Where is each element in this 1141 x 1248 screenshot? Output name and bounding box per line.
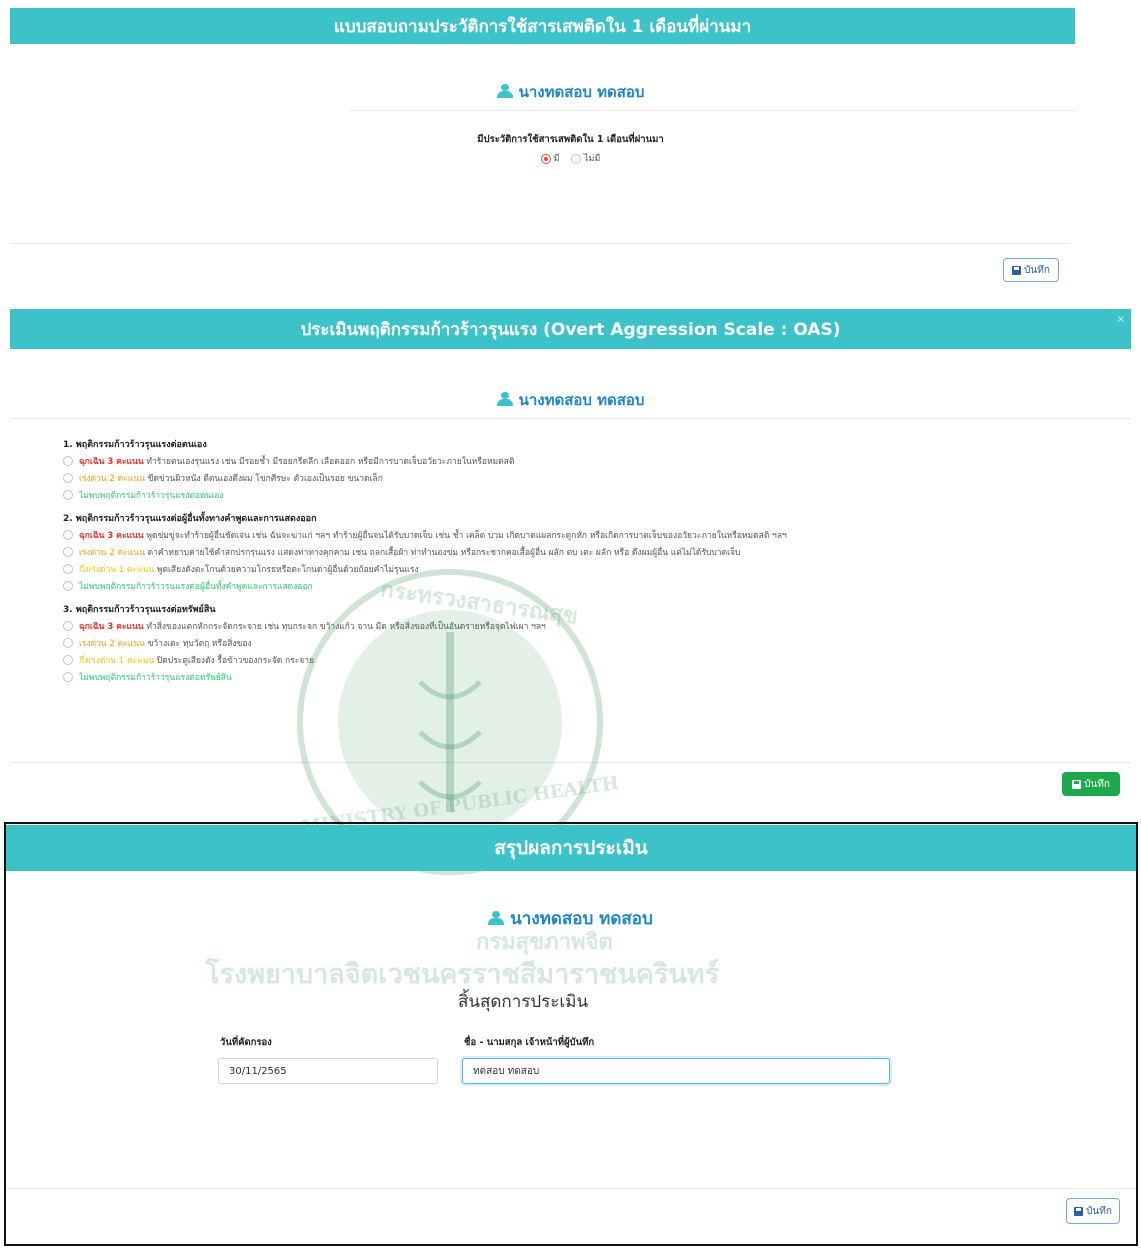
section2-header: ประเมินพฤติกรรมก้าวร้าวรุนแรง (Overt Agg… <box>10 309 1131 349</box>
section3-user-name: นางทดสอบ ทดสอบ <box>510 909 653 929</box>
level-label: ฉุกเฉิน 3 คะแนน <box>79 622 144 632</box>
screen-date-label: วันที่คัดกรอง <box>220 1037 272 1048</box>
option-text: ไม่พบพฤติกรรมก้าวร้าวรุนแรงต่อผู้อื่นทั้… <box>79 582 313 592</box>
recorder-name-label: ชื่อ - นามสกุล เจ้าหน้าที่ผู้บันทึก <box>464 1037 595 1048</box>
level-label: กึ่งเร่งด่วน 1 คะแนน <box>79 565 155 575</box>
section1-question: มีประวัติการใช้สารเสพติดใน 1 เดือนที่ผ่า… <box>477 134 664 145</box>
option-text: ไม่พบพฤติกรรมก้าวร้าวรุนแรงต่อตนเอง <box>79 491 224 501</box>
oas-option[interactable]: ฉุกเฉิน 3 คะแนน ทำร้ายตนเองรุนแรง เช่น ม… <box>63 454 514 468</box>
recorder-name-input[interactable]: ทดสอบ ทดสอบ <box>462 1058 890 1084</box>
radio-yes[interactable] <box>540 153 551 164</box>
oas-group-title: 2. พฤติกรรมก้าวร้าวรุนแรงต่อผู้อื่นทั้งท… <box>63 514 317 524</box>
section1-user: นางทดสอบ ทดสอบ <box>0 80 1141 104</box>
summary-frame <box>4 822 1138 1246</box>
divider <box>6 1188 1136 1189</box>
oas-option[interactable]: ไม่พบพฤติกรรมก้าวร้าวรุนแรงต่อตนเอง <box>63 488 224 502</box>
save-icon <box>1072 779 1082 789</box>
oas-option[interactable]: เร่งด่วน 2 คะแนน ขว้างเตะ ทุบวัตถุ หรือส… <box>63 636 252 650</box>
oas-radio[interactable] <box>63 490 73 500</box>
section1-header: แบบสอบถามประวัติการใช้สารเสพติดใน 1 เดือ… <box>10 8 1075 44</box>
drug-history-radio-group: มี ไม่มี <box>0 151 1141 165</box>
oas-radio[interactable] <box>63 638 73 648</box>
section2-save-button[interactable]: บันทึก <box>1062 772 1120 796</box>
section1-user-name: นางทดสอบ ทดสอบ <box>518 83 645 101</box>
oas-option[interactable]: เร่งด่วน 2 คะแนน ขีดข่วนผิวหนัง ตีตนเองด… <box>63 471 383 485</box>
user-icon <box>488 911 505 925</box>
oas-group-title: 1. พฤติกรรมก้าวร้าวรุนแรงต่อตนเอง <box>63 440 207 450</box>
oas-radio[interactable] <box>63 655 73 665</box>
option-text: ปิดประตูเสียงดัง รื้อข้าวของกระจัด กระจา… <box>156 656 315 666</box>
section3-title: สรุปผลการประเมิน <box>494 837 648 859</box>
radio-option-no[interactable]: ไม่มี <box>571 153 601 164</box>
section3-save-label: บันทึก <box>1086 1205 1112 1217</box>
section1-title: แบบสอบถามประวัติการใช้สารเสพติดใน 1 เดือ… <box>333 16 752 37</box>
save-icon <box>1012 265 1022 275</box>
oas-option[interactable]: ฉุกเฉิน 3 คะแนน พูดข่มขู่จะทำร้ายผู้อื่น… <box>63 528 787 542</box>
radio-no-label: ไม่มี <box>583 154 601 164</box>
oas-option[interactable]: กึ่งเร่งด่วน 1 คะแนน พูดเสียงดังตะโกนด้ว… <box>63 562 419 576</box>
divider <box>10 418 1131 419</box>
divider <box>350 110 1075 111</box>
oas-radio[interactable] <box>63 530 73 540</box>
oas-radio[interactable] <box>63 564 73 574</box>
oas-option[interactable]: กึ่งเร่งด่วน 1 คะแนน ปิดประตูเสียงดัง รื… <box>63 653 314 667</box>
end-assessment-text: สิ้นสุดการประเมิน <box>458 992 589 1012</box>
oas-radio[interactable] <box>63 621 73 631</box>
section2-title: ประเมินพฤติกรรมก้าวร้าวรุนแรง (Overt Agg… <box>300 319 841 340</box>
oas-radio[interactable] <box>63 672 73 682</box>
user-icon <box>496 392 513 406</box>
section3-header: สรุปผลการประเมิน <box>6 825 1136 871</box>
divider <box>10 243 1070 244</box>
divider <box>10 762 1131 763</box>
option-text: ทำสิ่งของแตกหักกระจัดกระจาย เช่น ทุบกระจ… <box>146 622 546 632</box>
save-icon <box>1074 1206 1084 1216</box>
radio-no[interactable] <box>571 153 581 164</box>
option-text: ทำร้ายตนเองรุนแรง เช่น มีรอยช้ำ มีรอยกรี… <box>146 457 515 467</box>
level-label: ฉุกเฉิน 3 คะแนน <box>79 531 144 541</box>
oas-radio[interactable] <box>63 547 73 557</box>
section3-save-button[interactable]: บันทึก <box>1066 1198 1120 1224</box>
level-label: เร่งด่วน 2 คะแนน <box>79 548 145 558</box>
level-label: เร่งด่วน 2 คะแนน <box>79 639 145 649</box>
option-text: ไม่พบพฤติกรรมก้าวร้าวรุนแรงต่อทรัพย์สิน <box>79 673 232 683</box>
section2-user-name: นางทดสอบ ทดสอบ <box>518 391 645 409</box>
oas-radio[interactable] <box>63 473 73 483</box>
section1-save-label: บันทึก <box>1024 264 1050 276</box>
close-icon[interactable]: × <box>1117 314 1125 325</box>
section2-save-label: บันทึก <box>1084 778 1110 790</box>
level-label: กึ่งเร่งด่วน 1 คะแนน <box>79 656 155 666</box>
oas-option[interactable]: ไม่พบพฤติกรรมก้าวร้าวรุนแรงต่อทรัพย์สิน <box>63 670 232 684</box>
option-text: ด่าคำหยาบคายใช้คำสกปรกรุนแรง แสดงท่าทางค… <box>147 548 741 558</box>
radio-option-yes[interactable]: มี <box>540 153 563 164</box>
option-text: ขว้างเตะ ทุบวัตถุ หรือสิ่งของ <box>147 639 252 649</box>
oas-radio[interactable] <box>63 581 73 591</box>
option-text: ขีดข่วนผิวหนัง ตีตนเองดึงผม โขกศีรษะ ตัว… <box>147 474 383 484</box>
level-label: ฉุกเฉิน 3 คะแนน <box>79 457 144 467</box>
oas-radio[interactable] <box>63 456 73 466</box>
section1-save-button[interactable]: บันทึก <box>1003 258 1059 282</box>
option-text: พูดข่มขู่จะทำร้ายผู้อื่นชัดเจน เช่น ฉันจ… <box>146 531 787 541</box>
option-text: พูดเสียงดังตะโกนด้วยความโกรธหรือตะโกนด่า… <box>156 565 419 575</box>
screen-date-input[interactable]: 30/11/2565 <box>218 1058 438 1084</box>
oas-group-title: 3. พฤติกรรมก้าวร้าวรุนแรงต่อทรัพย์สิน <box>63 605 216 615</box>
oas-option[interactable]: เร่งด่วน 2 คะแนน ด่าคำหยาบคายใช้คำสกปรกร… <box>63 545 740 559</box>
section3-user: นางทดสอบ ทดสอบ <box>0 905 1141 932</box>
oas-option[interactable]: ไม่พบพฤติกรรมก้าวร้าวรุนแรงต่อผู้อื่นทั้… <box>63 579 313 593</box>
level-label: เร่งด่วน 2 คะแนน <box>79 474 145 484</box>
section2-user: นางทดสอบ ทดสอบ <box>0 388 1141 412</box>
oas-option[interactable]: ฉุกเฉิน 3 คะแนน ทำสิ่งของแตกหักกระจัดกระ… <box>63 619 546 633</box>
radio-yes-label: มี <box>553 154 560 164</box>
user-icon <box>496 84 513 98</box>
